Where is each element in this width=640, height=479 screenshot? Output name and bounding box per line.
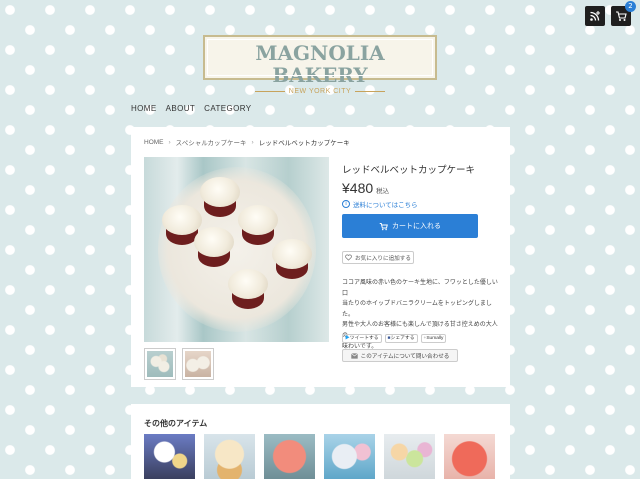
tax-label: 税込 (376, 188, 390, 195)
description-line: 当たりのホイップドバニラクリームをトッピングしました。 (342, 301, 492, 318)
tweet-button[interactable]: ▶ツイートする (342, 334, 382, 343)
other-item-thumbnail[interactable] (444, 434, 495, 479)
breadcrumb-category[interactable]: スペシャルカップケーキ (176, 137, 247, 147)
breadcrumb-current: レッドベルベットカップケーキ (258, 140, 350, 147)
price-row: ¥480 税込 (342, 180, 389, 196)
shipping-link[interactable]: i 送料についてはこちら (342, 199, 418, 209)
breadcrumb: HOME › スペシャルカップケーキ › レッドベルベットカップケーキ (144, 137, 350, 148)
product-thumbnail[interactable] (144, 348, 176, 380)
cart-icon (379, 222, 388, 230)
nav-home[interactable]: HOME (131, 104, 157, 113)
add-to-cart-label: カートに入れる (392, 223, 441, 230)
product-thumbnail[interactable] (182, 348, 214, 380)
other-items-title: その他のアイテム (144, 419, 208, 428)
other-item-thumbnail[interactable] (144, 434, 195, 479)
contact-about-item-button[interactable]: このアイテムについて問い合わせる (342, 349, 458, 362)
cupcake (228, 269, 268, 309)
info-icon: i (342, 200, 350, 208)
logo-sub: NEW YORK CITY (288, 88, 352, 95)
nav-about[interactable]: ABOUT (166, 104, 196, 113)
product-title: レッドベルベットカップケーキ (342, 165, 476, 176)
other-item-thumbnail[interactable] (264, 434, 315, 479)
add-to-cart-button[interactable]: カートに入れる (342, 214, 478, 238)
sumally-button[interactable]: +Sumally (420, 334, 447, 343)
cart-count-badge: 2 (625, 1, 636, 12)
facebook-share-button[interactable]: ■シェアする (384, 334, 418, 343)
other-item-thumbnail[interactable] (204, 434, 255, 479)
other-item-thumbnail[interactable] (324, 434, 375, 479)
nav-category[interactable]: CATEGORY (204, 104, 251, 113)
add-favorite-button[interactable]: お気に入りに追加する (342, 251, 414, 264)
cart-icon[interactable]: 2 (611, 1, 636, 26)
add-favorite-label: お気に入りに追加する (355, 255, 411, 262)
product-main-image[interactable] (144, 157, 329, 342)
breadcrumb-separator: › (168, 138, 171, 146)
logo-line-right (355, 91, 386, 92)
logo-sub-wrap: NEW YORK CITY (205, 88, 435, 95)
other-item-thumbnail[interactable] (384, 434, 435, 479)
description-line: ココア風味の赤い色のケーキ生地に、フワッとした優しい口 (342, 280, 498, 297)
share-buttons: ▶ツイートする ■シェアする +Sumally (342, 334, 447, 343)
header-icons: 2 (585, 1, 636, 26)
breadcrumb-separator: › (251, 138, 254, 146)
cupcake (272, 239, 312, 279)
logo-name: MAGNOLIA BAKERY (255, 41, 385, 87)
site-logo[interactable]: MAGNOLIA BAKERY NEW YORK CITY (203, 35, 437, 95)
cupcake (194, 227, 234, 267)
main-nav: HOME ABOUT CATEGORY (131, 104, 252, 113)
cupcake (200, 177, 240, 217)
other-items-panel: その他のアイテム (131, 404, 510, 479)
product-price: ¥480 (342, 180, 374, 196)
contact-label: このアイテムについて問い合わせる (360, 353, 450, 360)
feed-plus-icon[interactable] (585, 6, 605, 26)
product-panel: HOME › スペシャルカップケーキ › レッドベルベットカップケーキ レッドベ… (131, 127, 510, 387)
shipping-link-label: 送料についてはこちら (353, 202, 418, 209)
envelope-icon (350, 352, 358, 359)
breadcrumb-home[interactable]: HOME (144, 139, 164, 146)
logo-line-left (254, 91, 285, 92)
heart-icon (345, 254, 352, 261)
